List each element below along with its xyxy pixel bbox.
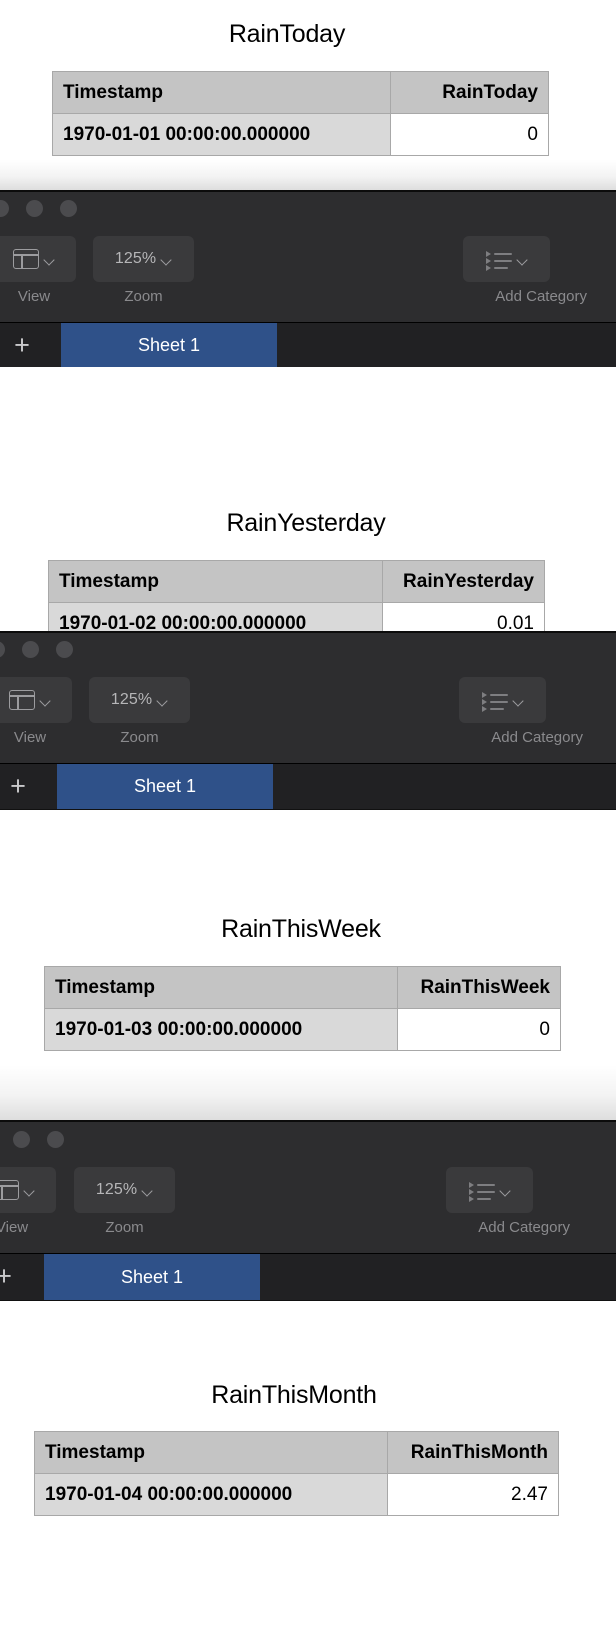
chevron-down-icon	[157, 695, 168, 706]
screenshot-section-rainthisweek: RainThisWeek Timestamp RainThisWeek 1970…	[0, 885, 616, 1303]
canvas-fade	[0, 1065, 616, 1120]
add-category-label: Add Category	[478, 1219, 570, 1236]
table-header-row: Timestamp RainThisWeek	[44, 966, 561, 1009]
add-sheet-button[interactable]: +	[4, 332, 40, 359]
view-button[interactable]	[0, 677, 72, 723]
zoom-value: 125%	[95, 1181, 138, 1198]
chevron-down-icon	[24, 1185, 35, 1196]
window-close-button[interactable]	[0, 200, 9, 217]
sheet-canvas: RainThisMonth Timestamp RainThisMonth 19…	[0, 1303, 616, 1642]
window-minimize-button[interactable]	[47, 1131, 64, 1148]
column-header-timestamp[interactable]: Timestamp	[34, 1431, 388, 1474]
view-label: View	[17, 288, 51, 305]
zoom-button[interactable]: 125%	[74, 1167, 175, 1213]
table-row: 1970-01-04 00:00:00.000000 2.47	[34, 1473, 559, 1516]
table-title: RainToday	[228, 20, 346, 48]
screenshot-section-raintoday: RainToday Timestamp RainToday 1970-01-01…	[0, 0, 616, 367]
table-title: RainThisWeek	[221, 915, 381, 943]
sheet-canvas: RainThisWeek Timestamp RainThisWeek 1970…	[0, 885, 616, 1120]
zoom-button[interactable]: 125%	[93, 236, 194, 282]
cell-timestamp[interactable]: 1970-01-03 00:00:00.000000	[44, 1008, 398, 1051]
zoom-button[interactable]: 125%	[89, 677, 190, 723]
add-category-label: Add Category	[491, 729, 583, 746]
chevron-down-icon	[500, 1185, 511, 1196]
sheet-tab-bar: + Sheet 1	[0, 763, 616, 810]
window-maximize-button[interactable]	[60, 200, 77, 217]
window-top-edge	[0, 1120, 616, 1122]
app-window-chrome: View 125% Zoom Add Category	[0, 1120, 616, 1253]
chevron-down-icon	[40, 695, 51, 706]
view-button[interactable]	[0, 236, 76, 282]
add-category-button[interactable]	[459, 677, 546, 723]
add-category-button[interactable]	[446, 1167, 533, 1213]
window-minimize-button[interactable]	[26, 200, 43, 217]
zoom-value: 125%	[110, 691, 153, 708]
column-header-value[interactable]: RainThisWeek	[397, 966, 561, 1009]
canvas-fade	[0, 160, 616, 190]
window-minimize-button[interactable]	[22, 641, 39, 658]
table-header-row: Timestamp RainToday	[52, 71, 549, 114]
category-list-icon	[468, 1181, 495, 1202]
app-window-chrome: View 125% Zoom Add Category	[0, 190, 616, 322]
column-header-timestamp[interactable]: Timestamp	[48, 560, 383, 603]
window-close-button[interactable]	[0, 641, 5, 658]
chevron-down-icon	[513, 695, 524, 706]
add-sheet-button[interactable]: +	[0, 1263, 22, 1290]
layout-panel-icon	[0, 1180, 19, 1200]
cell-value[interactable]: 0	[390, 113, 549, 156]
window-top-edge	[0, 631, 616, 633]
layout-panel-icon	[13, 249, 39, 269]
data-table: Timestamp RainToday 1970-01-01 00:00:00.…	[52, 71, 549, 156]
column-header-timestamp[interactable]: Timestamp	[52, 71, 391, 114]
data-table: Timestamp RainThisMonth 1970-01-04 00:00…	[34, 1431, 559, 1516]
column-header-value[interactable]: RainToday	[390, 71, 549, 114]
category-list-icon	[485, 250, 512, 271]
sheet-tab-sheet-1[interactable]: Sheet 1	[44, 1254, 260, 1300]
view-button[interactable]	[0, 1167, 56, 1213]
cell-value[interactable]: 0	[397, 1008, 561, 1051]
table-header-row: Timestamp RainThisMonth	[34, 1431, 559, 1474]
cell-value[interactable]: 2.47	[387, 1473, 559, 1516]
table-row: 1970-01-03 00:00:00.000000 0	[44, 1008, 561, 1051]
table-title: RainYesterday	[226, 509, 386, 537]
category-list-icon	[481, 691, 508, 712]
app-window-chrome: View 125% Zoom Add Category	[0, 631, 616, 763]
zoom-label: Zoom	[105, 1219, 144, 1236]
sheet-canvas: RainYesterday Timestamp RainYesterday 19…	[0, 441, 616, 671]
cell-timestamp[interactable]: 1970-01-01 00:00:00.000000	[52, 113, 391, 156]
column-header-timestamp[interactable]: Timestamp	[44, 966, 398, 1009]
column-header-value[interactable]: RainThisMonth	[387, 1431, 559, 1474]
chevron-down-icon	[161, 254, 172, 265]
window-close-button[interactable]	[13, 1131, 30, 1148]
data-table: Timestamp RainThisWeek 1970-01-03 00:00:…	[44, 966, 561, 1051]
window-top-edge	[0, 190, 616, 192]
sheet-tab-bar: + Sheet 1	[0, 1253, 616, 1301]
zoom-label: Zoom	[120, 729, 159, 746]
add-sheet-button[interactable]: +	[0, 773, 36, 800]
sheet-tab-bar: + Sheet 1	[0, 322, 616, 367]
sheet-tab-sheet-1[interactable]: Sheet 1	[57, 764, 273, 809]
cell-timestamp[interactable]: 1970-01-04 00:00:00.000000	[34, 1473, 388, 1516]
chevron-down-icon	[44, 254, 55, 265]
view-label: View	[13, 729, 47, 746]
sheet-canvas: RainToday Timestamp RainToday 1970-01-01…	[0, 0, 616, 190]
chevron-down-icon	[517, 254, 528, 265]
view-label: View	[0, 1219, 29, 1236]
table-header-row: Timestamp RainYesterday	[48, 560, 545, 603]
layout-panel-icon	[9, 690, 35, 710]
sheet-tab-sheet-1[interactable]: Sheet 1	[61, 323, 277, 367]
zoom-value: 125%	[114, 250, 157, 267]
window-maximize-button[interactable]	[56, 641, 73, 658]
zoom-label: Zoom	[124, 288, 163, 305]
screenshot-section-rainyesterday: RainYesterday Timestamp RainYesterday 19…	[0, 441, 616, 813]
add-category-button[interactable]	[463, 236, 550, 282]
screenshot-section-rainthismonth: RainThisMonth Timestamp RainThisMonth 19…	[0, 1303, 616, 1642]
column-header-value[interactable]: RainYesterday	[382, 560, 545, 603]
add-category-label: Add Category	[495, 288, 587, 305]
table-title: RainThisMonth	[211, 1381, 377, 1409]
table-row: 1970-01-01 00:00:00.000000 0	[52, 113, 549, 156]
chevron-down-icon	[142, 1185, 153, 1196]
